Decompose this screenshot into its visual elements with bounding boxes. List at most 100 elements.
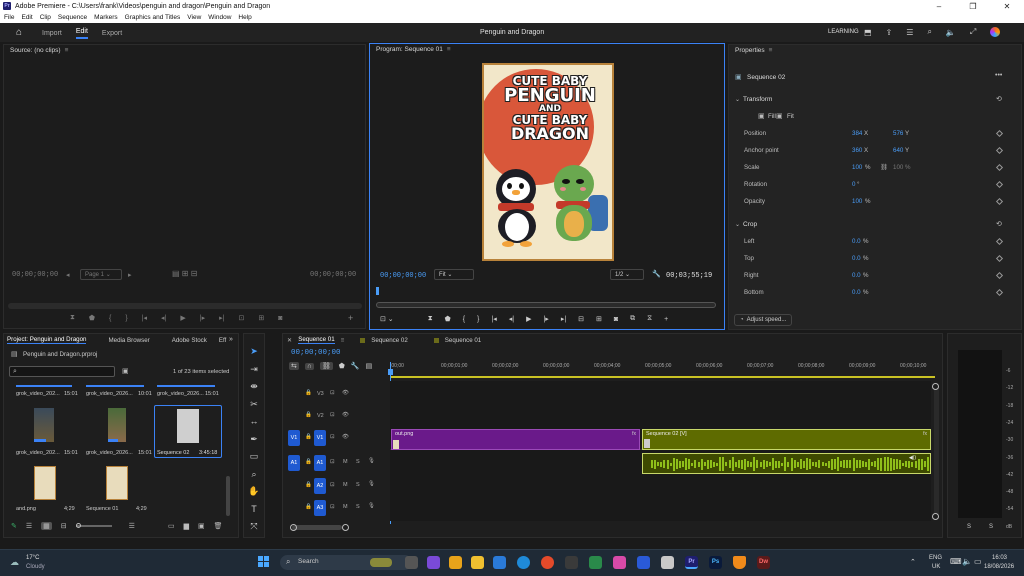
source-scrubber[interactable]	[8, 303, 362, 309]
video-clip-sequence-02[interactable]: Sequence 02 [V] fx	[642, 429, 931, 450]
reset-crop-icon[interactable]: ⟲	[996, 220, 1002, 228]
zoom-select[interactable]: Fit ⌄	[434, 269, 474, 280]
reset-transform-icon[interactable]: ⟲	[996, 95, 1002, 103]
mark-out-icon[interactable]: }	[477, 316, 479, 323]
link-icon[interactable]: ⛓	[880, 163, 888, 171]
network-icon[interactable]: ⌨	[950, 557, 962, 566]
video-clip-out-png[interactable]: out.png fx	[391, 429, 640, 450]
track-area[interactable]	[390, 381, 931, 521]
item-name[interactable]: Sequence 01	[86, 506, 118, 512]
search-icon[interactable]: ⌕	[927, 27, 931, 37]
lock-icon[interactable]: 🔒	[305, 390, 312, 396]
lock-icon[interactable]: 🔒	[305, 412, 312, 418]
solo-button[interactable]: S	[356, 482, 360, 488]
sync-icon[interactable]: ⊡	[330, 459, 335, 465]
hand-tool-icon[interactable]: ✋	[248, 483, 260, 501]
audio-clip-sequence-02[interactable]: ◀))	[642, 453, 931, 474]
timeline-settings-icon[interactable]: 🔧	[351, 362, 360, 370]
collapse-crop-icon[interactable]: ⌄	[735, 221, 740, 228]
menu-sequence[interactable]: Sequence	[58, 14, 87, 21]
ripple-edit-tool-icon[interactable]: ⇼	[248, 378, 260, 396]
add-marker-icon[interactable]: ⬟	[339, 362, 345, 370]
vr-icon[interactable]: ⧖	[647, 315, 652, 323]
collapse-transform-icon[interactable]: ⌄	[735, 96, 740, 103]
scale-value[interactable]: 100	[852, 164, 862, 171]
menu-markers[interactable]: Markers	[94, 14, 117, 21]
add-marker-icon[interactable]: ⬟	[445, 315, 451, 323]
tab-project[interactable]: Project: Penguin and Dragon	[7, 336, 87, 344]
new-item-icon[interactable]: ▣	[198, 522, 205, 530]
menu-help[interactable]: Help	[238, 14, 251, 21]
app-icon-explorer[interactable]	[471, 556, 484, 569]
crop-left-value[interactable]: 0.0	[852, 238, 861, 245]
sync-icon[interactable]: ⊡	[330, 390, 335, 396]
scroll-handle-left[interactable]	[290, 524, 297, 531]
maximize-icon[interactable]: ❐	[956, 2, 990, 11]
workspace-label[interactable]: LEARNING	[828, 29, 859, 35]
panel-menu-icon[interactable]: ≡	[341, 337, 345, 344]
track-label-a3[interactable]: A3	[314, 500, 326, 516]
fit-button[interactable]: Fit	[787, 113, 794, 120]
project-scrollbar[interactable]	[226, 476, 230, 516]
fullscreen-icon[interactable]: ⤢	[970, 27, 976, 37]
app-icon-files[interactable]	[449, 556, 462, 569]
work-area-bar[interactable]	[390, 376, 935, 378]
tab-effects[interactable]: Eff	[219, 337, 226, 344]
timeline-timecode[interactable]: 00;00;00;00	[291, 349, 341, 357]
pen-tool-icon[interactable]: ✒	[248, 431, 260, 449]
lift-icon[interactable]: ⊟	[578, 315, 584, 323]
microphone-icon[interactable]: 🎙	[368, 458, 375, 464]
bin-icon[interactable]: ▭	[168, 522, 175, 530]
menu-file[interactable]: File	[4, 14, 14, 21]
page-select[interactable]: Page 1 ⌄	[80, 269, 122, 280]
taskbar-search-input[interactable]: ⌕ Search	[280, 555, 412, 570]
minimize-icon[interactable]: –	[922, 2, 956, 11]
track-label-v1[interactable]: V1	[314, 430, 326, 446]
captions-icon[interactable]: ▤	[366, 362, 373, 370]
tab-edit[interactable]: Edit	[75, 28, 88, 39]
app-icon-chrome[interactable]	[541, 556, 554, 569]
icon-view-icon[interactable]: ▦	[41, 522, 52, 530]
add-button-icon[interactable]: +	[348, 313, 353, 323]
panel-menu-icon[interactable]: ≡	[65, 47, 69, 54]
app-icon-store[interactable]	[565, 556, 578, 569]
tray-overflow-icon[interactable]: ⌃	[910, 558, 916, 566]
prev-page-icon[interactable]: ◂	[66, 271, 70, 279]
lock-icon[interactable]: 🔒	[305, 504, 312, 510]
item-name[interactable]: grok_video_2026...	[86, 450, 133, 456]
go-to-in-icon[interactable]: |◂	[142, 314, 147, 322]
fill-button[interactable]: Fill	[768, 113, 776, 120]
freeform-view-icon[interactable]: ⊟	[61, 522, 67, 530]
microphone-icon[interactable]: 🎙	[368, 481, 375, 487]
item-name[interactable]: and.png	[16, 506, 36, 512]
track-label-a2[interactable]: A2	[314, 478, 326, 494]
close-icon[interactable]: ✕	[287, 337, 292, 344]
safe-margins-icon[interactable]: ⊡ ⌄	[380, 315, 394, 323]
project-item-selected[interactable]: Sequence 02 3:45:18	[154, 405, 222, 458]
tab-import[interactable]: Import	[42, 30, 62, 37]
extract-icon[interactable]: ⊞	[596, 315, 602, 323]
tab-adobe-stock[interactable]: Adobe Stock	[172, 337, 207, 344]
wrench-icon[interactable]: 🔧	[652, 270, 661, 278]
speaker-icon[interactable]: 🔈	[962, 557, 972, 566]
tab-export[interactable]: Export	[102, 30, 122, 37]
sync-icon[interactable]: ⊡	[330, 412, 335, 418]
app-icon-dreamweaver[interactable]: Dw	[757, 556, 770, 569]
rectangle-tool-icon[interactable]: ▭	[248, 448, 260, 466]
app-icon-premiere[interactable]: Pr	[685, 556, 698, 569]
delete-icon[interactable]: 🗑	[214, 522, 223, 530]
selection-tool-icon[interactable]: ➤	[248, 343, 260, 361]
mute-button[interactable]: M	[343, 504, 348, 510]
anchor-x-value[interactable]: 360	[852, 147, 862, 154]
play-icon[interactable]: ▶	[180, 314, 185, 322]
menu-window[interactable]: Window	[208, 14, 231, 21]
playhead-marker[interactable]	[376, 287, 379, 295]
step-forward-icon[interactable]: |▸	[200, 314, 205, 322]
mark-in-icon[interactable]: {	[463, 316, 465, 323]
new-bin-icon[interactable]: ▣	[122, 367, 129, 375]
app-icon-teams[interactable]	[427, 556, 440, 569]
program-scrubber[interactable]	[376, 302, 716, 308]
solo-right-button[interactable]: S	[989, 524, 993, 530]
slip-tool-icon[interactable]: ↔	[248, 413, 260, 431]
windows-start-icon[interactable]	[258, 556, 270, 568]
